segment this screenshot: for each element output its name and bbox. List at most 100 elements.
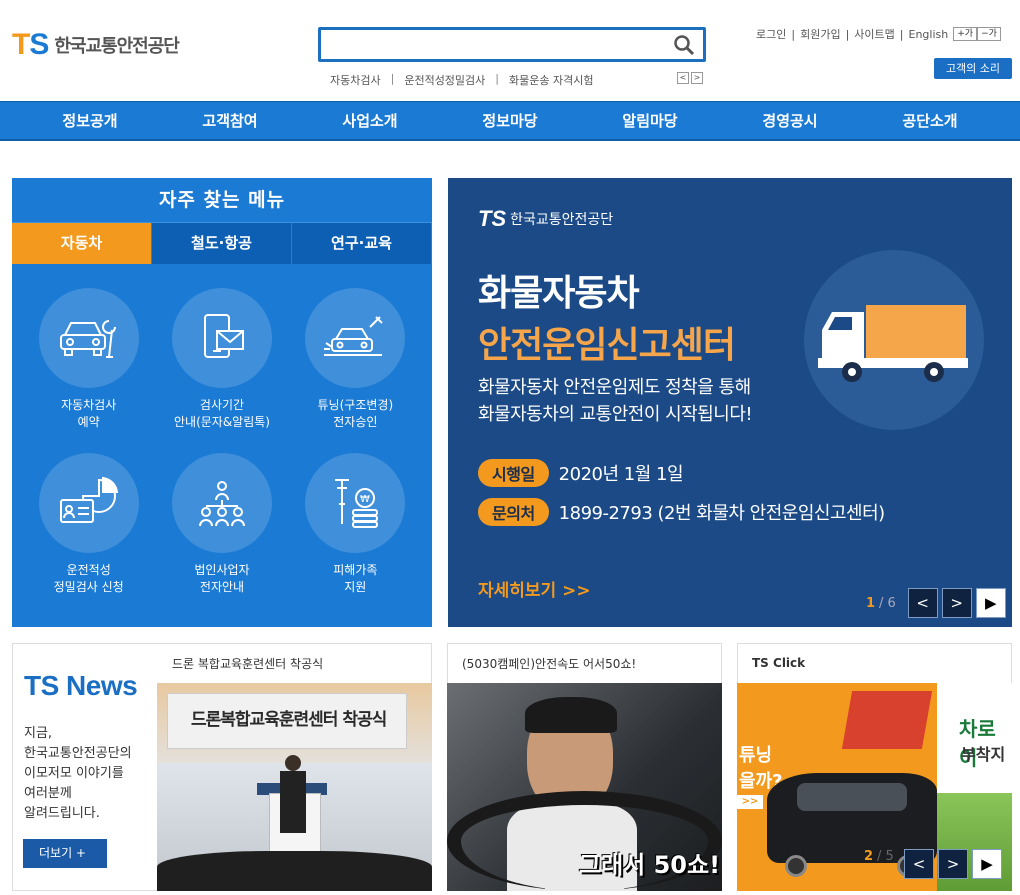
search-icon[interactable] [673,34,695,56]
logo-mark: TS [12,28,49,61]
license-chart-icon [38,453,139,553]
logo-name: 한국교통안전공단 [54,36,179,57]
signup-link[interactable]: 회원가입 [800,26,840,42]
car-tuning-icon [305,288,406,388]
banner-page-sep: / [879,595,884,611]
quick-links: 자동차검사 | 운전적성정밀검사 | 화물운송 자격시험 [320,72,603,88]
ts-news-description: 지금, 한국교통안전공단의 이모저모 이야기를 여러분께 알려드립니다. [24,726,132,821]
menu-item-victim-support[interactable]: ₩ 피해가족 지원 [289,453,422,596]
ts-click-page-sep: / [877,849,882,864]
nav-item-notice[interactable]: 알림마당 [580,110,720,131]
banner-date-row: 시행일 2020년 1월 1일 [478,459,684,487]
news-card-image[interactable]: 드론복합교육훈련센터 착공식 [157,683,432,891]
font-decrease-button[interactable]: −가 [977,27,1001,41]
site-logo[interactable]: TS 한국교통안전공단 [12,28,180,62]
quick-next-button[interactable]: > [691,72,703,84]
banner-title-line1: 화물자동차 [478,273,640,314]
menu-item-label: 자동차검사 예약 [61,398,117,429]
banner-pager: 1 / 6 < > ▶ [866,588,1006,618]
menu-item-tuning-approval[interactable]: 튜닝(구조변경) 전자승인 [289,288,422,431]
banner-page-current: 1 [866,595,876,611]
ts-click-controls: < > ▶ [904,849,1002,879]
quick-link-freight-exam[interactable]: 화물운송 자격시험 [499,72,603,88]
divider: | [845,27,850,41]
banner-play-button[interactable]: ▶ [975,588,1006,618]
banner-logo-mark: TS [478,206,507,231]
crutch-coins-icon: ₩ [305,453,406,553]
menu-item-label: 운전적성 정밀검사 신청 [53,563,124,594]
ts-click-text-4: 부착지 [961,745,1006,764]
news-card-title[interactable]: 드론 복합교육훈련센터 착공식 [172,655,323,672]
quick-link-aptitude[interactable]: 운전적성정밀검사 [394,72,495,88]
menu-item-label: 피해가족 지원 [333,563,378,594]
ts-click-next-button[interactable]: > [938,849,968,879]
ts-news-more-button[interactable]: 더보기 + [23,839,107,868]
banner-contact-label: 문의처 [478,498,549,526]
banner-next-button[interactable]: > [941,588,972,618]
ts-click-page-current: 2 [864,849,874,864]
banner-logo: TS 한국교통안전공단 [478,206,613,232]
menu-item-label: 법인사업자 전자안내 [194,563,250,594]
banner-logo-name: 한국교통안전공단 [510,212,614,228]
tab-research-edu[interactable]: 연구·교육 [292,223,432,264]
campaign-card-image[interactable]: 그래서 50쇼! [447,683,722,891]
nav-item-about[interactable]: 공단소개 [860,110,1000,131]
login-link[interactable]: 로그인 [756,26,786,42]
ts-click-title[interactable]: TS Click [752,656,805,670]
divider: | [899,27,904,41]
ts-click-prev-button[interactable]: < [904,849,934,879]
ts-click-pager: 2 / 5 [864,849,894,864]
nav-item-info-plaza[interactable]: 정보마당 [440,110,580,131]
menu-item-label: 검사기간 안내(문자&알림톡) [173,398,270,429]
menu-item-car-inspection[interactable]: 자동차검사 예약 [22,288,155,431]
nav-item-management[interactable]: 경영공시 [720,110,860,131]
utility-links: 로그인 | 회원가입 | 사이트맵 | English +가 −가 [756,26,1001,42]
nav-item-customer[interactable]: 고객참여 [160,110,300,131]
truck-icon [804,250,984,430]
news-image-caption: 드론복합교육훈련센터 착공식 [191,710,387,730]
banner-title-line2: 안전운임신고센터 [478,325,736,366]
ts-click-text-1: 튜닝 [739,745,773,766]
divider: | [791,27,796,41]
campaign-image-caption: 그래서 50쇼! [579,851,721,879]
ts-click-page-total: 5 [885,849,894,864]
sitemap-link[interactable]: 사이트맵 [854,26,894,42]
campaign-card-title[interactable]: (5030캠페인)안전속도 어서50쇼! [462,655,636,672]
search-box [318,27,706,62]
quick-links-nav: < > [677,72,703,84]
ts-click-play-button[interactable]: ▶ [972,849,1002,879]
svg-text:₩: ₩ [360,494,370,505]
customer-voice-button[interactable]: 고객의 소리 [934,58,1012,79]
banner-contact-row: 문의처 1899-2793 (2번 화물차 안전운임신고센터) [478,498,885,526]
search-input[interactable] [321,30,661,59]
menu-item-inspection-notice[interactable]: 검사기간 안내(문자&알림톡) [155,288,288,431]
font-increase-button[interactable]: +가 [953,27,978,41]
favorite-menu-tabs: 자동차 철도·항공 연구·교육 [12,223,432,264]
tab-car[interactable]: 자동차 [12,223,152,264]
banner-page-total: 6 [887,595,896,611]
banner-date-label: 시행일 [478,459,549,487]
people-org-icon [171,453,272,553]
quick-link-inspection[interactable]: 자동차검사 [320,72,391,88]
nav-item-business[interactable]: 사업소개 [300,110,440,131]
main-banner[interactable]: TS 한국교통안전공단 화물자동차 안전운임신고센터 화물자동차 안전운임제도 … [448,178,1012,627]
banner-more-link[interactable]: 자세히보기 >> [478,576,591,601]
quick-prev-button[interactable]: < [677,72,689,84]
mobile-mail-icon [171,288,272,388]
banner-contact-value: 1899-2793 (2번 화물차 안전운임신고센터) [558,503,886,524]
banner-description: 화물자동차 안전운임제도 정착을 통해 화물자동차의 교통안전이 시작됩니다! [478,377,753,425]
main-nav: 정보공개 고객참여 사업소개 정보마당 알림마당 경영공시 공단소개 [0,101,1020,141]
menu-item-corporate-notice[interactable]: 법인사업자 전자안내 [155,453,288,596]
banner-date-value: 2020년 1월 1일 [558,464,684,485]
nav-item-info-disclosure[interactable]: 정보공개 [20,110,160,131]
menu-item-aptitude-test[interactable]: 운전적성 정밀검사 신청 [22,453,155,596]
tab-rail-air[interactable]: 철도·항공 [152,223,292,264]
ts-click-more-icon: >> [737,795,763,809]
ts-news-title: TS News [24,670,138,701]
favorite-menu: 자주 찾는 메뉴 자동차 철도·항공 연구·교육 자동차검사 예약 검사기간 안… [12,178,432,627]
banner-prev-button[interactable]: < [907,588,938,618]
english-link[interactable]: English [909,28,949,41]
favorite-menu-title: 자주 찾는 메뉴 [12,178,432,223]
menu-item-label: 튜닝(구조변경) 전자승인 [317,398,394,429]
car-wrench-icon [38,288,139,388]
